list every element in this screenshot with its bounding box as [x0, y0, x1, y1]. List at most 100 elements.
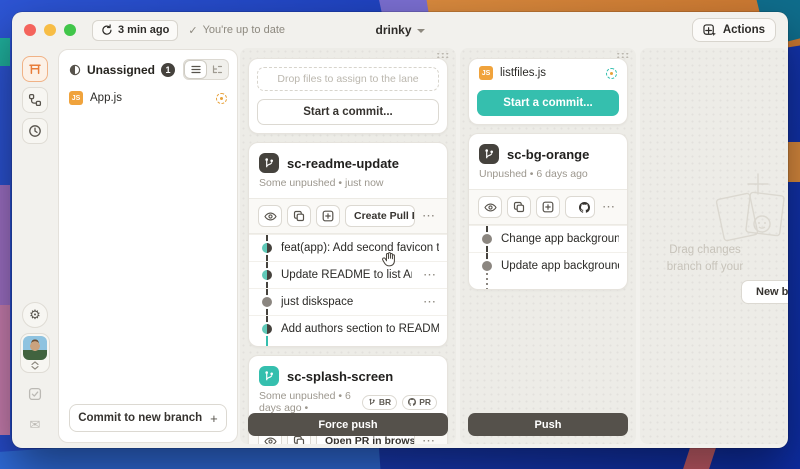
branch-header[interactable]: sc-splash-screen [249, 356, 447, 389]
branch-badge-icon [259, 153, 279, 173]
branch-card-sc-readme-update: sc-readme-update Some unpushed • just no… [248, 142, 448, 347]
workspace-tab[interactable] [22, 56, 48, 82]
commit-row[interactable]: Update README to list Anne as primar... … [249, 261, 447, 288]
check-icon: ✓ [188, 24, 197, 37]
window-body: ⚙ ✉ [12, 48, 788, 448]
wallpaper-shape [0, 38, 10, 66]
actions-button[interactable]: Actions [692, 18, 776, 42]
lane-sc-readme-update: Drop files to assign to the lane Start a… [240, 48, 456, 444]
account-switcher[interactable] [20, 333, 50, 373]
br-badge-label: BR [379, 397, 391, 407]
review-button[interactable] [258, 205, 282, 227]
status-up-to-date: ✓ You're up to date [188, 24, 285, 37]
eye-icon [264, 211, 277, 222]
tree-view-button[interactable] [206, 61, 227, 78]
workspace-icon [28, 62, 42, 76]
branch-meta-text: Unpushed • 6 days ago [479, 168, 588, 180]
drag-changes-hint: Drag changes branch off your [600, 242, 788, 276]
view-toggle [183, 59, 229, 80]
commit-list: feat(app): Add second favicon to web con… [249, 234, 447, 346]
js-file-icon: JS [479, 66, 493, 80]
unassigned-panel: Unassigned 1 JS Ap [58, 49, 238, 443]
unassigned-header: Unassigned 1 [59, 50, 237, 87]
unassigned-file-row[interactable]: JS App.js [59, 87, 237, 109]
history-tab[interactable] [22, 118, 48, 144]
assigned-file-row[interactable]: JS listfiles.js [469, 59, 627, 82]
new-branch-button[interactable]: New branch [741, 280, 788, 304]
add-dependent-branch-button[interactable] [536, 196, 560, 218]
commit-menu-button[interactable]: ⋯ [421, 294, 439, 310]
push-button[interactable]: Push [468, 413, 628, 436]
open-pr-label: Open PR in browser [325, 435, 415, 444]
share-feedback-button[interactable]: ✉ [22, 412, 48, 438]
feedback-button[interactable] [22, 381, 48, 407]
start-commit-button[interactable]: Start a commit... [257, 99, 439, 125]
wallpaper-shape [786, 142, 800, 182]
commit-message: just diskspace [281, 296, 412, 308]
commit-dot-icon [262, 270, 272, 280]
minimize-window-button[interactable] [44, 24, 56, 36]
chevron-down-icon [417, 29, 425, 33]
zoom-window-button[interactable] [64, 24, 76, 36]
unassigned-footer: Commit to new branch + [59, 394, 237, 442]
modified-indicator-icon [216, 93, 227, 104]
force-push-button[interactable]: Force push [248, 413, 448, 436]
pr-status-pill[interactable]: PR [402, 395, 437, 410]
branch-menu-button[interactable]: ⋯ [600, 199, 618, 215]
branch-action-bar: Create Pull Request ⋯ [249, 198, 447, 234]
branch-name: sc-bg-orange [507, 147, 589, 162]
add-dependent-branch-button[interactable] [316, 205, 340, 227]
branch-meta: Some unpushed • just now [249, 176, 447, 198]
plus-square-icon [322, 210, 334, 222]
copy-icon [293, 210, 305, 222]
lane-drag-handle[interactable] [616, 52, 629, 58]
traffic-lights [24, 24, 76, 36]
lane-drag-handle[interactable] [436, 52, 449, 58]
branch-status-pill[interactable]: BR [362, 395, 397, 410]
commit-row[interactable]: Add authors section to README file [249, 315, 447, 342]
clock-icon [28, 124, 42, 138]
unassigned-count-badge: 1 [161, 63, 175, 77]
copy-branch-button[interactable] [287, 205, 311, 227]
file-name: App.js [90, 92, 122, 104]
uncommitted-card: Drop files to assign to the lane Start a… [248, 58, 448, 134]
hint-line-1: Drag changes [600, 242, 788, 259]
drag-changes-illustration [706, 168, 788, 248]
close-window-button[interactable] [24, 24, 36, 36]
chevron-up-down-icon [30, 361, 40, 370]
branches-tab[interactable] [22, 87, 48, 113]
branch-meta-text: Some unpushed • just now [259, 177, 384, 189]
github-icon [579, 202, 590, 213]
settings-button[interactable]: ⚙ [22, 302, 48, 328]
plus-icon: + [210, 411, 218, 426]
commit-message: Update README to list Anne as primar... [281, 269, 412, 281]
commit-row[interactable]: feat(app): Add second favicon to web con… [249, 234, 447, 261]
commit-menu-button[interactable]: ⋯ [421, 267, 439, 283]
create-pull-request-button[interactable]: Create Pull Req... [565, 196, 595, 218]
list-view-button[interactable] [185, 61, 206, 78]
sync-button[interactable]: 3 min ago [92, 20, 178, 41]
actions-icon [703, 24, 717, 37]
start-commit-button[interactable]: Start a commit... [477, 90, 619, 116]
avatar [23, 336, 47, 360]
commit-dot-icon [262, 297, 272, 307]
commit-to-new-branch-button[interactable]: Commit to new branch + [69, 404, 227, 432]
branch-header[interactable]: sc-bg-orange [469, 134, 627, 167]
branch-badge-icon [479, 144, 499, 164]
copy-branch-button[interactable] [507, 196, 531, 218]
file-dropzone[interactable]: Drop files to assign to the lane [257, 67, 439, 91]
mail-icon: ✉ [30, 419, 41, 432]
create-pull-request-button[interactable]: Create Pull Request [345, 205, 415, 227]
lane-new-branch: Drag changes branch off your New branch [640, 48, 788, 444]
uncommitted-card: JS listfiles.js Start a commit... [468, 58, 628, 125]
copy-icon [293, 435, 305, 444]
branch-meta: Unpushed • 6 days ago [469, 167, 627, 189]
hint-line-2: branch off your [600, 259, 788, 276]
commit-row[interactable]: just diskspace ⋯ [249, 288, 447, 315]
review-button[interactable] [478, 196, 502, 218]
stage-file-icon[interactable] [606, 68, 617, 79]
branch-header[interactable]: sc-readme-update [249, 143, 447, 176]
branch-menu-button[interactable]: ⋯ [420, 208, 438, 224]
branch-name: sc-splash-screen [287, 369, 393, 384]
branch-small-icon [368, 398, 376, 406]
